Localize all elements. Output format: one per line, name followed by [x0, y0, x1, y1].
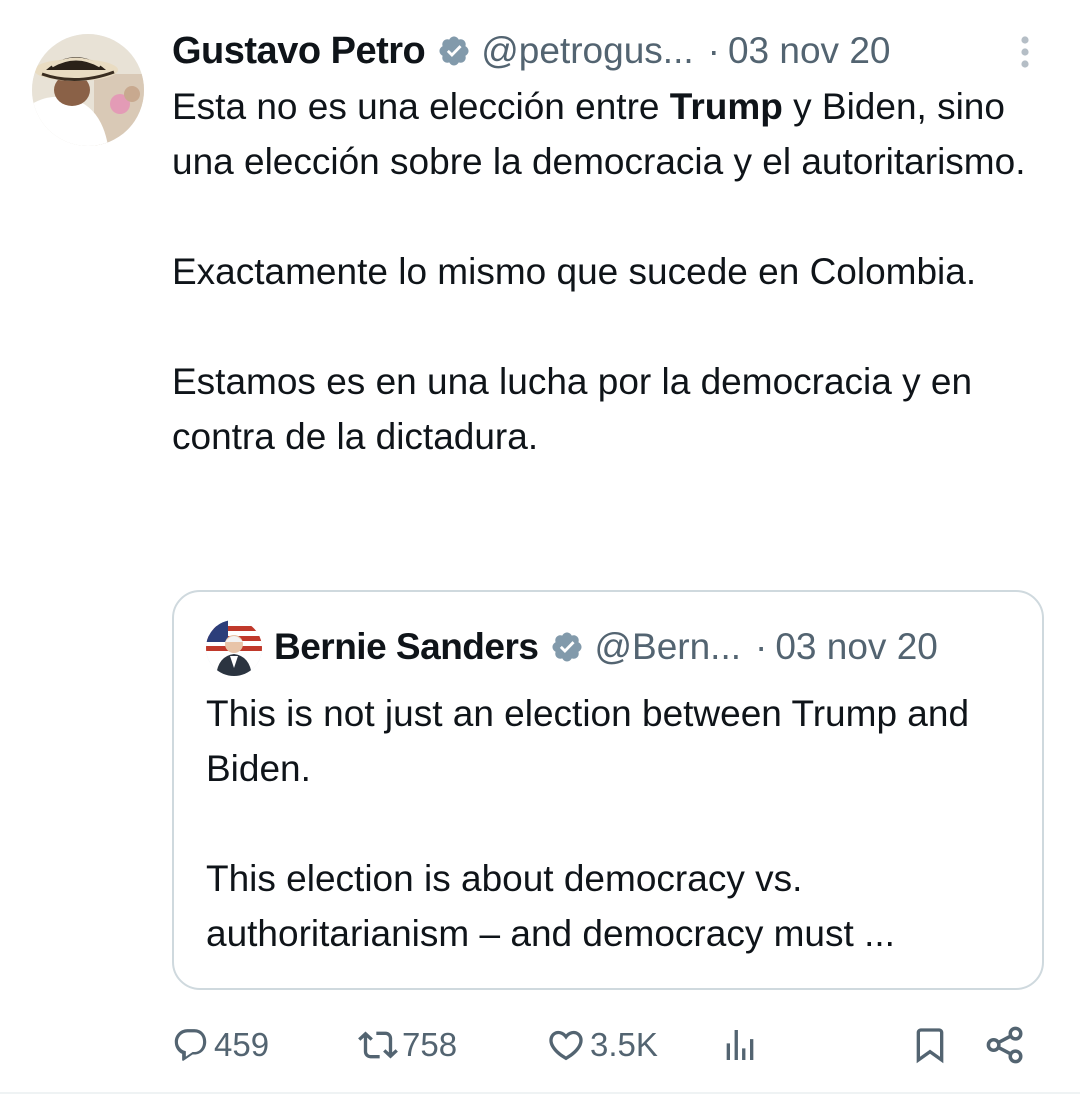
- quoted-timestamp[interactable]: 03 nov 20: [775, 626, 938, 668]
- reply-button[interactable]: 459: [172, 1018, 269, 1072]
- quoted-author-handle[interactable]: @Bern...: [594, 626, 741, 668]
- action-bar: 459 758 3.5K: [172, 1018, 1052, 1072]
- avatar-image: [32, 34, 144, 146]
- tweet-timestamp[interactable]: 03 nov 20: [728, 30, 891, 72]
- quoted-tweet[interactable]: Bernie Sanders @Bern... · 03 nov 20 This…: [172, 590, 1044, 990]
- tweet[interactable]: Gustavo Petro @petrogus... · 03 nov 20 E…: [0, 0, 1080, 1094]
- tweet-paragraph-3: Estamos es en una lucha por la democraci…: [172, 361, 973, 457]
- author-handle[interactable]: @petrogus...: [481, 30, 693, 72]
- author-name[interactable]: Gustavo Petro: [172, 30, 426, 73]
- bookmark-icon: [916, 1028, 944, 1064]
- separator-dot: ·: [755, 626, 768, 667]
- like-button[interactable]: 3.5K: [546, 1018, 658, 1072]
- tweet-header: Gustavo Petro @petrogus... · 03 nov 20: [172, 26, 1052, 76]
- tweet-paragraph-2: Exactamente lo mismo que sucede en Colom…: [172, 251, 977, 292]
- quoted-author-avatar[interactable]: [206, 620, 262, 676]
- reply-count: 459: [214, 1026, 270, 1063]
- views-button[interactable]: [720, 1018, 760, 1072]
- quoted-paragraph-2: This election is about democracy vs. aut…: [206, 858, 895, 954]
- reply-icon: [174, 1029, 207, 1061]
- quoted-text: This is not just an election between Tru…: [206, 686, 1026, 1016]
- author-avatar[interactable]: [32, 34, 144, 146]
- views-icon: [726, 1030, 754, 1060]
- retweet-count: 758: [402, 1026, 458, 1063]
- quoted-author-name[interactable]: Bernie Sanders: [274, 626, 539, 668]
- verified-badge-icon: [552, 632, 582, 662]
- highlight-trump: Trump: [669, 86, 783, 127]
- separator-dot: ·: [707, 30, 720, 71]
- more-options-icon[interactable]: [1012, 32, 1038, 72]
- bookmark-button[interactable]: [910, 1018, 950, 1072]
- retweet-button[interactable]: 758: [358, 1018, 457, 1072]
- quoted-paragraph-1: This is not just an election between Tru…: [206, 693, 970, 789]
- retweet-icon: [358, 1031, 398, 1059]
- tweet-text: Esta no es una elección entre Trump y Bi…: [172, 79, 1052, 519]
- heart-icon: [549, 1030, 583, 1061]
- share-icon: [986, 1026, 1023, 1064]
- verified-badge-icon: [439, 36, 469, 66]
- quoted-header: Bernie Sanders @Bern... · 03 nov 20: [274, 622, 1034, 672]
- text-span: Esta no es una elección entre: [172, 86, 670, 127]
- quoted-avatar-image: [206, 620, 262, 676]
- tweet-paragraph-1: Esta no es una elección entre Trump y Bi…: [172, 79, 1052, 189]
- like-count: 3.5K: [590, 1026, 658, 1063]
- share-button[interactable]: [984, 1018, 1026, 1072]
